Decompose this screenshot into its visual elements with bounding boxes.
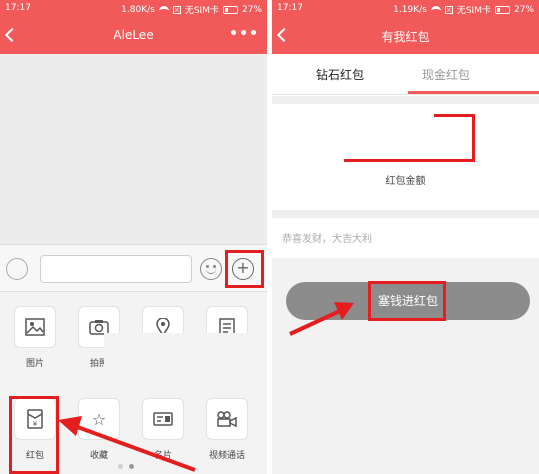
chat-screen: 17:17 1.80K/s × 无SIM卡 27% AleLee ••• + 图… <box>0 0 267 474</box>
annotation-arrow-left <box>58 416 196 472</box>
annotation-arrow-right <box>289 302 354 336</box>
red-packet-screen: 17:17 1.19K/s × 无SIM卡 27% 有我红包 钻石红包 现金红包… <box>272 0 539 474</box>
